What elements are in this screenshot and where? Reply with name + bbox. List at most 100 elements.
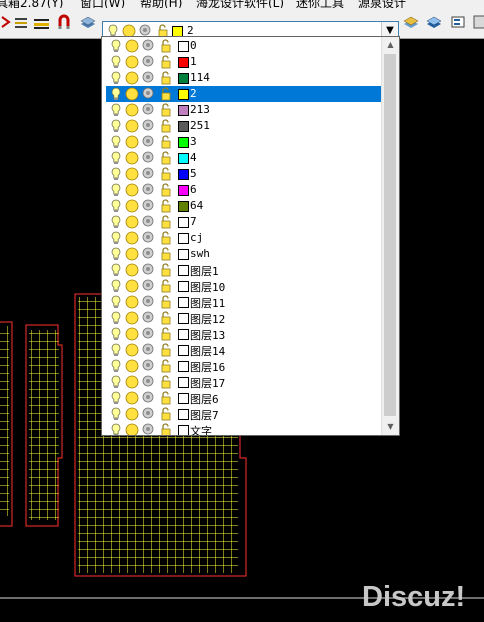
sun-thaw-icon[interactable] [125, 55, 139, 69]
sun-thaw-icon[interactable] [125, 359, 139, 373]
lightbulb-on-icon[interactable] [109, 119, 123, 133]
sun-thaw-icon[interactable] [125, 407, 139, 421]
sun-thaw-icon[interactable] [125, 391, 139, 405]
layer-row[interactable]: 图层16 [106, 358, 382, 374]
unlocked-padlock-icon[interactable] [159, 199, 173, 213]
unlocked-padlock-icon[interactable] [159, 167, 173, 181]
layer-row[interactable]: 图层14 [106, 342, 382, 358]
layer-row[interactable]: 6 [106, 182, 382, 198]
viewport-freeze-icon[interactable] [141, 71, 155, 85]
unlocked-padlock-icon[interactable] [159, 103, 173, 117]
layer-row[interactable]: 图层10 [106, 278, 382, 294]
layer-properties-icon[interactable] [80, 14, 96, 30]
unlocked-padlock-icon[interactable] [159, 87, 173, 101]
viewport-freeze-icon[interactable] [141, 327, 155, 341]
viewport-freeze-icon[interactable] [141, 247, 155, 261]
viewport-freeze-icon[interactable] [141, 407, 155, 421]
viewport-freeze-icon[interactable] [141, 311, 155, 325]
sun-thaw-icon[interactable] [125, 327, 139, 341]
unlocked-padlock-icon[interactable] [159, 183, 173, 197]
unlocked-padlock-icon[interactable] [159, 391, 173, 405]
lightbulb-on-icon[interactable] [109, 247, 123, 261]
lightbulb-on-icon[interactable] [109, 407, 123, 421]
unlocked-padlock-icon[interactable] [159, 215, 173, 229]
layer-row[interactable]: 0 [106, 38, 382, 54]
unlocked-padlock-icon[interactable] [159, 407, 173, 421]
viewport-freeze-icon[interactable] [141, 55, 155, 69]
lightbulb-on-icon[interactable] [109, 215, 123, 229]
match-layer-icon[interactable] [14, 14, 30, 30]
viewport-freeze-icon[interactable] [141, 135, 155, 149]
layer-row[interactable]: 5 [106, 166, 382, 182]
sun-thaw-icon[interactable] [125, 119, 139, 133]
viewport-freeze-icon[interactable] [141, 295, 155, 309]
scroll-down-icon[interactable]: ▼ [382, 419, 399, 435]
viewport-freeze-icon[interactable] [141, 215, 155, 229]
layer-row[interactable]: 7 [106, 214, 382, 230]
lightbulb-on-icon[interactable] [109, 391, 123, 405]
unlocked-padlock-icon[interactable] [159, 375, 173, 389]
viewport-freeze-icon[interactable] [141, 263, 155, 277]
viewport-freeze-icon[interactable] [141, 183, 155, 197]
unlocked-padlock-icon[interactable] [159, 263, 173, 277]
layer-row[interactable]: 图层12 [106, 310, 382, 326]
menu-item-toolbox[interactable]: 具箱2.87(Y) [0, 0, 63, 8]
magnet-icon[interactable] [56, 14, 72, 30]
lightbulb-on-icon[interactable] [109, 423, 123, 436]
sun-thaw-icon[interactable] [125, 263, 139, 277]
unlocked-padlock-icon[interactable] [159, 359, 173, 373]
layer-row[interactable]: 213 [106, 102, 382, 118]
layer-dropdown-list[interactable]: 0 1 114 2 213 251 3 4 5 6 64 7 cj swh 图层1 图层10 图层11 图层12 图… [101, 36, 400, 436]
lightbulb-on-icon[interactable] [109, 71, 123, 85]
lightbulb-on-icon[interactable] [109, 183, 123, 197]
scroll-thumb[interactable] [384, 54, 396, 416]
layer-isolate-icon[interactable] [472, 14, 484, 30]
menu-item-hailong[interactable]: 海龙设计软件(L) [196, 0, 284, 8]
unlocked-padlock-icon[interactable] [159, 231, 173, 245]
menu-item-yuanquan[interactable]: 源泉设计 [358, 0, 406, 8]
viewport-freeze-icon[interactable] [141, 87, 155, 101]
sun-thaw-icon[interactable] [125, 199, 139, 213]
viewport-freeze-icon[interactable] [141, 423, 155, 436]
viewport-freeze-icon[interactable] [141, 103, 155, 117]
unlocked-padlock-icon[interactable] [159, 279, 173, 293]
lightbulb-on-icon[interactable] [109, 263, 123, 277]
layer-walk-icon[interactable] [450, 14, 466, 30]
sun-thaw-icon[interactable] [125, 167, 139, 181]
sun-thaw-icon[interactable] [125, 71, 139, 85]
unlocked-padlock-icon[interactable] [159, 71, 173, 85]
viewport-freeze-icon[interactable] [141, 167, 155, 181]
sun-thaw-icon[interactable] [125, 215, 139, 229]
layer-row[interactable]: 图层11 [106, 294, 382, 310]
layer-row[interactable]: cj [106, 230, 382, 246]
sun-thaw-icon[interactable] [125, 103, 139, 117]
layer-row[interactable]: 114 [106, 70, 382, 86]
viewport-freeze-icon[interactable] [141, 391, 155, 405]
lightbulb-on-icon[interactable] [109, 151, 123, 165]
layer-states-icon[interactable] [426, 14, 442, 30]
lightbulb-on-icon[interactable] [109, 199, 123, 213]
lightbulb-on-icon[interactable] [109, 343, 123, 357]
unlocked-padlock-icon[interactable] [159, 311, 173, 325]
unlocked-padlock-icon[interactable] [159, 247, 173, 261]
lightbulb-on-icon[interactable] [109, 103, 123, 117]
unlocked-padlock-icon[interactable] [159, 327, 173, 341]
sun-thaw-icon[interactable] [125, 375, 139, 389]
sun-thaw-icon[interactable] [125, 311, 139, 325]
lightbulb-on-icon[interactable] [109, 279, 123, 293]
lightbulb-on-icon[interactable] [109, 375, 123, 389]
lightbulb-on-icon[interactable] [109, 231, 123, 245]
unlocked-padlock-icon[interactable] [159, 39, 173, 53]
lightbulb-on-icon[interactable] [109, 39, 123, 53]
layer-row[interactable]: 图层1 [106, 262, 382, 278]
lightbulb-on-icon[interactable] [109, 295, 123, 309]
unlocked-padlock-icon[interactable] [159, 55, 173, 69]
lightbulb-on-icon[interactable] [109, 135, 123, 149]
make-current-icon[interactable] [403, 14, 419, 30]
sun-thaw-icon[interactable] [125, 295, 139, 309]
unlocked-padlock-icon[interactable] [159, 135, 173, 149]
lightbulb-on-icon[interactable] [109, 327, 123, 341]
layer-previous-icon[interactable] [34, 14, 50, 30]
sun-thaw-icon[interactable] [125, 423, 139, 436]
sun-thaw-icon[interactable] [125, 343, 139, 357]
